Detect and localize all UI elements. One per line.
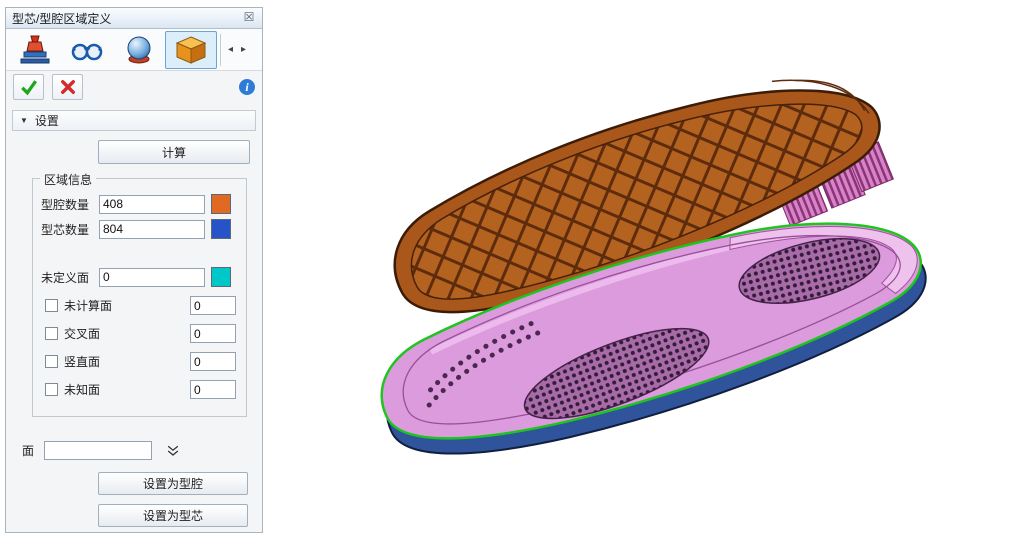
cavity-color-swatch[interactable] xyxy=(211,194,231,214)
face-label: 面 xyxy=(22,442,34,459)
sphere-icon xyxy=(121,32,157,68)
uncalculated-face-row: 未计算面 xyxy=(45,296,238,315)
set-as-cavity-button[interactable]: 设置为型腔 xyxy=(98,472,248,495)
toolbar-separator xyxy=(220,34,221,66)
scroll-right-button[interactable]: ▸ xyxy=(237,31,250,69)
panel-toolbar: ◂ ▸ xyxy=(6,29,262,71)
shoe-sole-model[interactable] xyxy=(260,0,1035,538)
sphere-tool[interactable] xyxy=(113,31,165,69)
panel-titlebar[interactable]: 型芯/型腔区域定义 ☒ xyxy=(6,8,262,29)
cavity-count-row: 型腔数量 xyxy=(41,194,238,214)
vertical-face-row: 竖直面 xyxy=(45,352,238,371)
region-info-title: 区域信息 xyxy=(40,171,96,188)
mold-region-panel: 型芯/型腔区域定义 ☒ xyxy=(5,7,263,533)
green-check-icon xyxy=(19,77,39,97)
core-count-input[interactable] xyxy=(99,220,205,239)
application-window: 型芯/型腔区域定义 ☒ xyxy=(0,0,1035,538)
core-count-label: 型芯数量 xyxy=(41,221,99,238)
settings-label: 设置 xyxy=(35,112,59,129)
undefined-face-input[interactable] xyxy=(99,268,205,287)
red-x-icon xyxy=(59,78,77,96)
core-color-swatch[interactable] xyxy=(211,219,231,239)
vertical-face-checkbox[interactable] xyxy=(45,355,58,368)
cavity-count-input[interactable] xyxy=(99,195,205,214)
scroll-left-button[interactable]: ◂ xyxy=(224,31,237,69)
uncalculated-face-checkbox[interactable] xyxy=(45,299,58,312)
unknown-face-checkbox[interactable] xyxy=(45,383,58,396)
cancel-button[interactable] xyxy=(52,74,83,100)
unknown-face-input[interactable] xyxy=(190,380,236,399)
confirm-row: i xyxy=(6,71,262,103)
glasses-icon xyxy=(69,32,105,68)
expand-double-chevron-icon[interactable] xyxy=(162,442,184,460)
face-input[interactable] xyxy=(44,441,152,460)
info-icon[interactable]: i xyxy=(239,79,255,95)
set-as-core-button[interactable]: 设置为型芯 xyxy=(98,504,248,527)
uncalculated-face-input[interactable] xyxy=(190,296,236,315)
orange-box-icon xyxy=(173,32,209,68)
region-box-tool[interactable] xyxy=(165,31,217,69)
close-icon[interactable]: ☒ xyxy=(242,11,256,25)
glasses-view-tool[interactable] xyxy=(61,31,113,69)
face-select-row: 面 xyxy=(22,441,252,460)
unknown-face-row: 未知面 xyxy=(45,380,238,399)
undefined-color-swatch[interactable] xyxy=(211,267,231,287)
settings-section-header[interactable]: ▼ 设置 xyxy=(12,110,256,131)
undefined-face-label: 未定义面 xyxy=(41,269,99,286)
vertical-face-input[interactable] xyxy=(190,352,236,371)
vertical-face-label: 竖直面 xyxy=(64,353,190,370)
crossing-face-label: 交叉面 xyxy=(64,325,190,342)
mold-parting-tool-icon[interactable] xyxy=(9,31,61,69)
unknown-face-label: 未知面 xyxy=(64,381,190,398)
cavity-count-label: 型腔数量 xyxy=(41,196,99,213)
stamp-tool-icon xyxy=(17,32,53,68)
collapse-triangle-icon: ▼ xyxy=(20,116,28,125)
crossing-face-input[interactable] xyxy=(190,324,236,343)
core-count-row: 型芯数量 xyxy=(41,219,238,239)
uncalculated-face-label: 未计算面 xyxy=(64,297,190,314)
crossing-face-row: 交叉面 xyxy=(45,324,238,343)
3d-viewport[interactable] xyxy=(260,0,1035,538)
crossing-face-checkbox[interactable] xyxy=(45,327,58,340)
ok-button[interactable] xyxy=(13,74,44,100)
undefined-face-row: 未定义面 xyxy=(41,267,238,287)
calculate-button[interactable]: 计算 xyxy=(98,140,250,164)
region-info-group: 区域信息 型腔数量 型芯数量 未定义面 未计算面 xyxy=(32,178,247,417)
panel-title: 型芯/型腔区域定义 xyxy=(12,10,242,27)
